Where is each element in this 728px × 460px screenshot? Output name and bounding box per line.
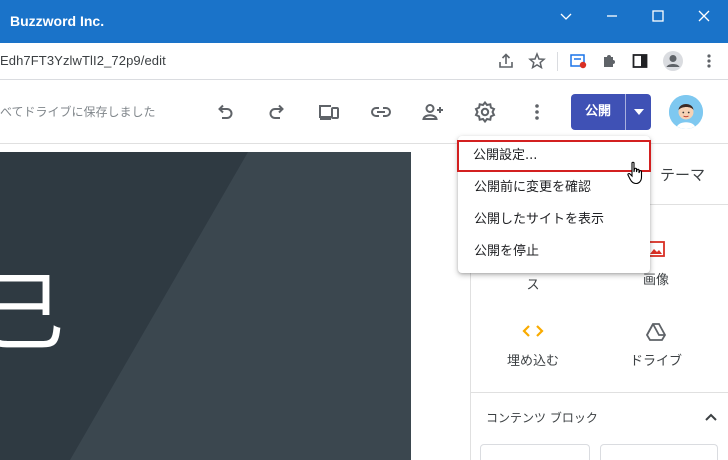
extension-badge-icon[interactable] [566, 49, 590, 73]
window-titlebar: Buzzword Inc. [0, 0, 728, 43]
puzzle-icon[interactable] [597, 49, 621, 73]
profile-icon[interactable] [661, 49, 685, 73]
hero-title-text[interactable]: 己 [0, 270, 64, 356]
url-text[interactable]: Edh7FT3YzlwTlI2_72p9/edit [0, 53, 166, 68]
menu-item-view-published-site[interactable]: 公開したサイトを表示 [458, 204, 650, 236]
redo-icon[interactable] [263, 98, 291, 126]
more-vert-icon[interactable] [697, 49, 721, 73]
save-status: べてドライブに保存しました [0, 105, 156, 119]
content-block-thumbnail[interactable] [600, 444, 718, 460]
avatar[interactable] [669, 95, 703, 129]
address-bar[interactable]: Edh7FT3YzlwTlI2_72p9/edit [0, 43, 728, 80]
undo-icon[interactable] [211, 98, 239, 126]
more-vert-icon[interactable] [523, 98, 551, 126]
menu-item-publish-settings[interactable]: 公開設定... [457, 140, 651, 172]
star-icon[interactable] [525, 49, 549, 73]
insert-embed[interactable]: 埋め込む [473, 322, 593, 369]
content-blocks-title: コンテンツ ブロック [486, 411, 598, 425]
chevron-up-icon[interactable] [704, 407, 718, 426]
side-panel-icon[interactable] [628, 49, 652, 73]
publish-dropdown-menu: 公開設定... 公開前に変更を確認 公開したサイトを表示 公開を停止 [457, 136, 651, 273]
embed-code-icon [473, 322, 593, 344]
close-icon[interactable] [681, 0, 727, 32]
hand-cursor-icon [627, 161, 645, 189]
editor-toolbar: べてドライブに保存しました 公開 [0, 80, 728, 144]
add-person-icon[interactable] [419, 98, 447, 126]
tab-theme[interactable]: テーマ [660, 164, 705, 185]
link-icon[interactable] [367, 98, 395, 126]
maximize-icon[interactable] [635, 0, 681, 32]
editor-canvas[interactable]: 己 [0, 144, 458, 460]
content-blocks-header[interactable]: コンテンツ ブロック [470, 392, 728, 434]
insert-text-box-label: ス [526, 278, 540, 293]
minimize-icon[interactable] [589, 0, 635, 32]
publish-button[interactable]: 公開 [571, 94, 625, 130]
settings-icon[interactable] [471, 98, 499, 126]
hero-section[interactable]: 己 [0, 152, 411, 460]
chevron-down-icon[interactable] [543, 0, 589, 32]
insert-drive[interactable]: ドライブ [596, 322, 716, 369]
publish-split-button[interactable]: 公開 [571, 94, 651, 130]
drive-icon [596, 322, 716, 344]
preview-devices-icon[interactable] [315, 98, 343, 126]
share-icon[interactable] [494, 49, 518, 73]
content-block-thumbnail[interactable] [480, 444, 590, 460]
menu-item-unpublish[interactable]: 公開を停止 [458, 236, 650, 268]
insert-embed-label: 埋め込む [506, 354, 559, 369]
window-title: Buzzword Inc. [10, 13, 105, 29]
toolbar-separator [557, 52, 558, 71]
insert-drive-label: ドライブ [629, 354, 682, 369]
menu-item-review-changes[interactable]: 公開前に変更を確認 [458, 172, 650, 204]
caret-down-icon[interactable] [626, 94, 651, 130]
